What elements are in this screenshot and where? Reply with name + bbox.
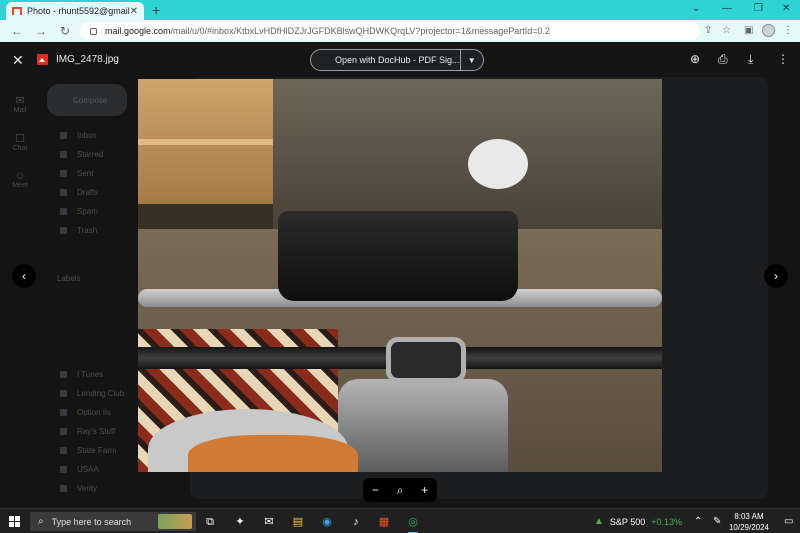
mail-app-icon[interactable]: ✉ [262,515,276,529]
new-tab-button[interactable]: + [152,2,160,18]
chrome-icon[interactable]: ◎ [406,515,420,533]
tab-close-icon[interactable]: ✕ [130,6,138,17]
stock-widget[interactable]: ▲ S&P 500 +0.13% [594,516,682,527]
tray-chevron-icon[interactable]: ⌃ [694,516,702,527]
folder-item[interactable]: State Farm [60,446,117,455]
window-minimize-button[interactable]: — [722,3,732,14]
folder-item[interactable]: Verity [60,484,97,493]
window-close-button[interactable]: ✕ [782,3,790,14]
download-icon[interactable]: ⤓ [748,52,753,67]
search-icon: ⌕ [38,516,44,527]
forward-button[interactable]: → [34,24,48,38]
rail-mail[interactable]: ✉ Mail [6,94,34,114]
more-options-icon[interactable]: ⋮ [777,52,789,66]
image-file-icon [37,54,48,65]
browser-tab-bar: Photo - rhunt5592@gmail.com ✕ + ⌄ — ❐ ✕ [0,0,800,20]
copilot-icon[interactable]: ✦ [233,515,247,529]
folder-item[interactable]: Starred [60,150,103,159]
zoom-reset-icon[interactable]: ⌕ [397,483,404,498]
folder-item[interactable]: Trash [60,226,97,235]
viewer-close-button[interactable]: ✕ [12,52,24,69]
folder-item[interactable]: Spam [60,207,98,216]
photo-preview [138,79,662,472]
windows-start-icon[interactable] [9,516,20,527]
next-image-button[interactable]: › [764,264,788,288]
folder-item[interactable]: Inbox [60,131,97,140]
gmail-icon [12,7,22,15]
labels-heading: Labels [57,274,81,283]
stock-name: S&P 500 [609,516,646,527]
folder-item[interactable]: Lending Club [60,389,124,398]
zoom-controls: − ⌕ + [363,478,437,502]
edge-icon[interactable]: ◉ [320,515,334,529]
notification-icon[interactable]: ▭ [784,516,793,527]
search-highlight-image [158,514,192,529]
trend-up-icon: ▲ [594,516,604,527]
folder-item[interactable]: Drafts [60,188,98,197]
meet-icon: ☺ [14,170,26,182]
rail-meet[interactable]: ☺ Meet [6,170,34,189]
open-with-dropdown-icon[interactable]: ▼ [460,56,483,65]
system-clock[interactable]: 8:03 AM 10/29/2024 [725,511,773,533]
share-icon[interactable]: ⇪ [704,25,712,36]
url-host: mail.google.com [105,26,171,36]
task-view-icon[interactable]: ⧉ [203,515,217,529]
lock-icon [90,27,97,35]
folder-item[interactable]: USAA [60,465,99,474]
taskbar-search-placeholder: Type here to search [51,516,132,527]
clock-time: 8:03 AM [734,512,764,521]
window-restore-button[interactable]: ❐ [754,3,763,14]
rail-chat[interactable]: ☐ Chat [6,132,34,152]
previous-image-button[interactable]: ‹ [12,264,36,288]
folder-item[interactable]: Option Ils [60,408,111,417]
browser-tab[interactable]: Photo - rhunt5592@gmail.com ✕ [6,2,144,20]
zoom-out-button[interactable]: − [372,483,379,497]
open-with-button[interactable]: Open with DocHub - PDF Sig... ▼ [310,49,484,71]
tab-search-icon[interactable]: ⌄ [692,3,700,14]
browser-menu-icon[interactable]: ⋮ [783,25,793,36]
bookmark-star-icon[interactable]: ☆ [722,25,731,36]
file-name: IMG_2478.jpg [56,54,119,65]
browser-toolbar: ← → ↻ mail.google.com /mail/u/0/#inbox/K… [0,20,800,42]
print-icon[interactable]: ⎙ [718,52,728,67]
windows-taskbar: ⌕ Type here to search ⧉ ✦ ✉ ▤ ◉ ♪ ▦ ◎ ▲ … [0,508,800,533]
folder-item[interactable]: Sent [60,169,93,178]
folder-item[interactable]: I Tunes [60,370,103,379]
tab-title: Photo - rhunt5592@gmail.com [27,6,130,16]
folder-item[interactable]: Ray's Stuff [60,427,115,436]
add-to-drive-icon[interactable]: ⊕ [690,52,700,66]
extension-icon[interactable]: ▣ [744,25,753,36]
zoom-in-button[interactable]: + [421,483,428,497]
file-explorer-icon[interactable]: ▤ [291,515,305,529]
chat-icon: ☐ [15,133,25,145]
compose-button[interactable]: Compose [47,84,127,116]
address-bar[interactable]: mail.google.com /mail/u/0/#inbox/KtbxLvH… [80,22,700,40]
taskbar-search[interactable]: ⌕ Type here to search [30,512,196,531]
mail-icon: ✉ [15,95,25,107]
open-with-label: Open with DocHub - PDF Sig... [335,55,460,65]
profile-avatar[interactable] [762,24,775,37]
music-app-icon[interactable]: ♪ [349,515,363,529]
back-button[interactable]: ← [10,24,24,38]
url-path: /mail/u/0/#inbox/KtbxLvHDfHlDZJrJGFDKBls… [170,26,550,36]
store-icon[interactable]: ▦ [377,515,391,529]
pen-icon[interactable]: ✎ [713,516,721,527]
reload-button[interactable]: ↻ [58,24,72,38]
stock-change: +0.13% [651,516,683,527]
clock-date: 10/29/2024 [728,523,770,532]
